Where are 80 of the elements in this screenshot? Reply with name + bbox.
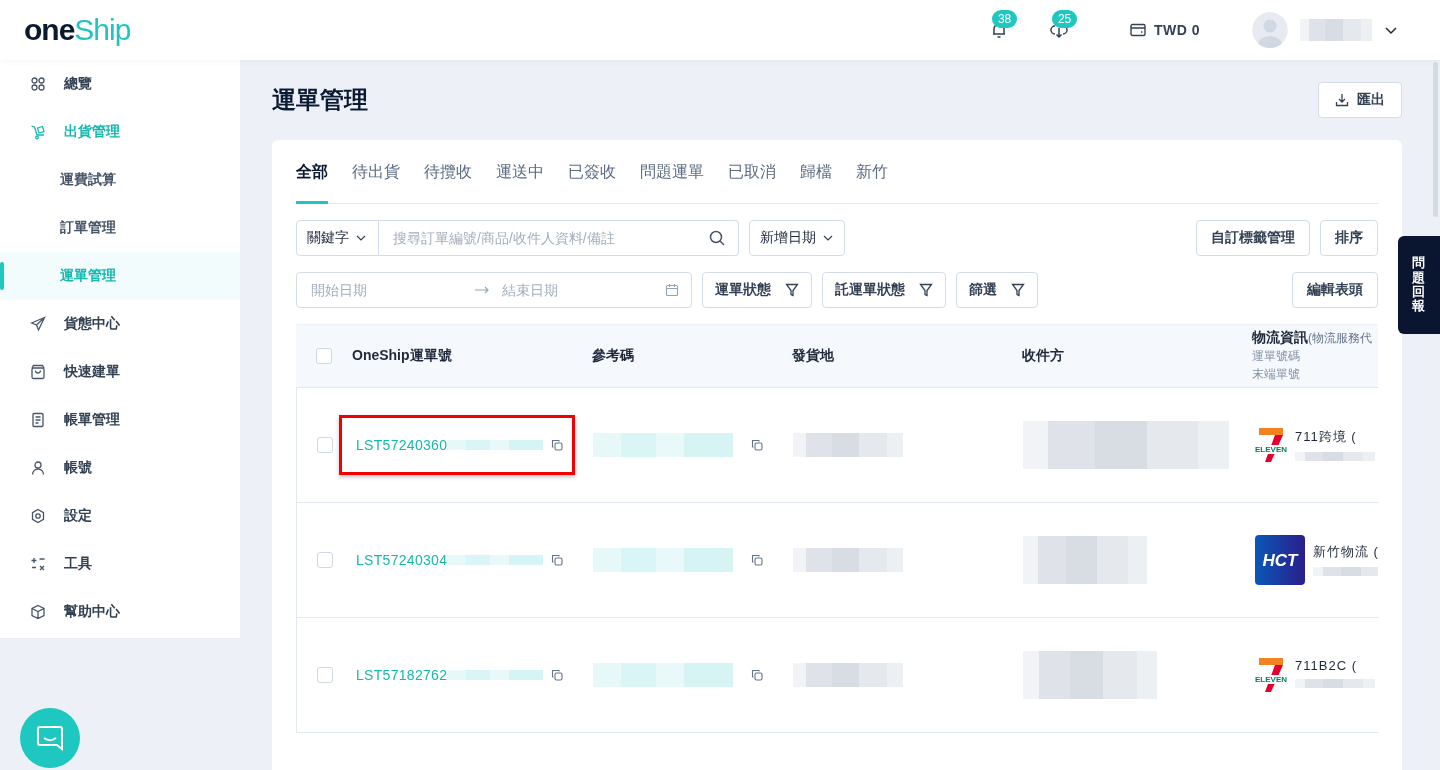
date-type-select[interactable]: 新增日期 [749,220,845,256]
blurred-text [1313,567,1378,576]
keyword-select[interactable]: 關鍵字 [296,220,379,256]
copy-icon[interactable] [551,439,564,451]
copy-icon[interactable] [551,554,564,566]
wallet-icon [1129,23,1146,37]
arrow-right-icon [474,285,490,295]
nav-item[interactable]: 幫助中心 [0,588,240,636]
nav-item[interactable]: 快速建單 [0,348,240,396]
hct-logo: HCT [1255,535,1305,585]
filter-button[interactable]: 運單狀態 [702,272,812,308]
status-tab[interactable]: 歸檔 [800,140,832,204]
chat-icon [36,725,64,751]
copy-icon[interactable] [751,439,763,451]
column-header: 收件方 [1022,347,1064,365]
column-note: (物流服務代 [1308,331,1372,347]
tools-icon [30,556,46,572]
status-tab[interactable]: 新竹 [856,140,888,204]
status-tab[interactable]: 已取消 [728,140,776,204]
blurred-text [1300,19,1372,41]
nav-item[interactable]: 帳單管理 [0,396,240,444]
scrollbar[interactable] [1433,62,1438,217]
status-tab[interactable]: 運送中 [496,140,544,204]
nav-item[interactable]: 設定 [0,492,240,540]
status-tab[interactable]: 問題運單 [640,140,704,204]
edit-columns-button[interactable]: 編輯表頭 [1292,272,1378,308]
column-header: 參考碼 [592,347,634,365]
receipt-icon [30,412,46,428]
seven-logo: ELEVEN [1255,425,1287,465]
status-tab[interactable]: 待出貨 [352,140,400,204]
toolbar-button[interactable]: 自訂標籤管理 [1196,220,1310,256]
nav-subitem[interactable]: 訂單管理 [0,204,240,252]
page-title: 運單管理 [272,85,368,115]
logo[interactable]: oneShip [24,13,131,47]
count-badge: 25 [1051,10,1078,28]
filter-button[interactable]: 託運單狀態 [822,272,946,308]
search-box[interactable]: 搜尋訂單編號/商品/收件人資料/備註 [379,220,739,256]
column-header: OneShip運單號 [352,347,452,365]
nav-subitem[interactable]: 運費試算 [0,156,240,204]
truck-icon [30,124,46,140]
hex-icon [30,508,46,524]
bag-icon [30,364,46,380]
column-header: 發貨地 [792,347,834,365]
carrier-name: 711B2C ( [1295,658,1358,673]
checkbox[interactable] [317,437,333,453]
count-badge: 38 [991,10,1018,28]
checkbox[interactable] [316,348,332,364]
toolbar-button[interactable]: 排序 [1320,220,1378,256]
nav-item[interactable]: 貨態中心 [0,300,240,348]
export-button[interactable]: 匯出 [1318,82,1402,118]
filter-icon [919,283,933,297]
copy-icon[interactable] [751,554,763,566]
copy-icon[interactable] [751,669,763,681]
nav-item[interactable]: 總覽 [0,60,240,108]
status-tab[interactable]: 待攬收 [424,140,472,204]
carrier-name: 新竹物流 ( [1313,543,1378,561]
balance-text: TWD 0 [1153,22,1200,38]
status-tab[interactable]: 已簽收 [568,140,616,204]
column-subheader: 運單號碼 [1252,348,1300,365]
copy-icon[interactable] [551,669,564,681]
checkbox[interactable] [317,667,333,683]
plane-icon [30,316,46,332]
user-icon [30,460,46,476]
calendar-icon [665,283,679,297]
nav-item[interactable]: 工具 [0,540,240,588]
column-header: 物流資訊 [1252,329,1308,347]
nav-item[interactable]: 帳號 [0,444,240,492]
filter-button[interactable]: 篩選 [956,272,1038,308]
download-icon [1335,93,1349,107]
box-icon [30,604,46,620]
column-subheader: 末端單號 [1252,366,1300,383]
grid-icon [30,76,46,92]
feedback-tab[interactable]: 問題回報 [1398,236,1440,334]
status-tab[interactable]: 全部 [296,140,328,204]
checkbox[interactable] [317,552,333,568]
search-icon [708,229,726,247]
seven-logo: ELEVEN [1255,655,1287,695]
carrier-name: 711跨境 ( [1295,428,1358,446]
filter-icon [1011,283,1025,297]
filter-icon [785,283,799,297]
